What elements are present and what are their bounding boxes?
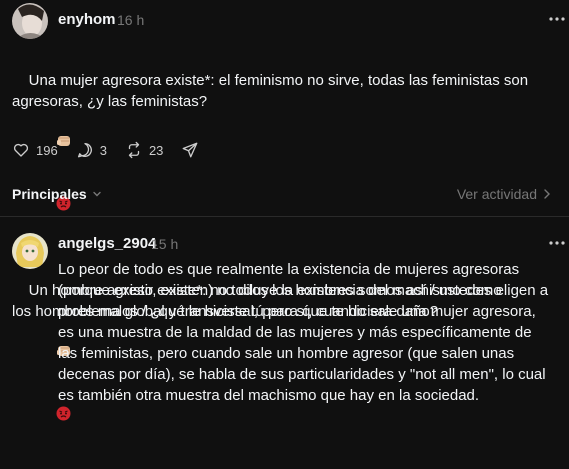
angry-face-emoji [31,175,71,238]
repost-button[interactable]: 23 [125,141,163,159]
post-actions: 196 3 23 [12,138,223,162]
view-activity-link[interactable]: Ver actividad [457,186,551,202]
like-count: 196 [36,142,58,158]
reply-username[interactable]: angelgs_2904 [58,235,156,252]
send-icon [182,142,198,158]
sort-dropdown[interactable]: Principales [12,186,102,202]
heart-icon [13,143,29,157]
repost-count: 23 [148,142,164,158]
post-paragraph-1: Una mujer agresora existe*: el feminismo… [12,72,533,110]
divider [0,216,569,217]
more-options-icon[interactable] [547,12,567,26]
share-button[interactable] [181,141,205,159]
view-activity-label: Ver actividad [456,186,537,202]
chevron-right-icon [544,189,550,199]
reply-more-options-icon[interactable] [547,236,567,250]
like-button[interactable]: 196 [12,141,58,159]
reply-avatar[interactable] [12,233,48,269]
comment-count: 3 [99,142,107,158]
reply-text: Lo peor de todo es que realmente la exis… [58,261,550,404]
repost-icon [128,141,140,159]
username[interactable]: enyhom [58,11,116,28]
sort-label: Principales [12,186,87,202]
reply-timestamp[interactable]: 15 h [151,236,178,252]
chevron-down-icon [93,191,101,197]
timestamp[interactable]: 16 h [117,12,144,28]
comment-button[interactable]: 3 [76,141,107,159]
comment-icon [77,142,92,158]
avatar[interactable] [12,3,48,39]
